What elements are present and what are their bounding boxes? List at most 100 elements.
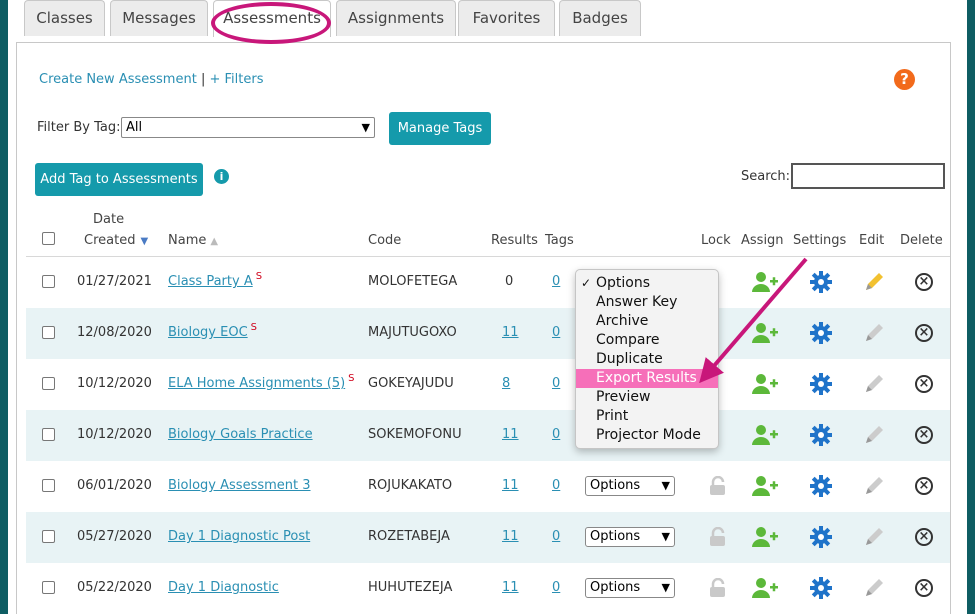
row-results[interactable]: 11 [502,427,519,442]
circle-x-icon[interactable]: × [915,375,933,393]
assessment-link[interactable]: ELA Home Assignments (5) [168,376,345,391]
assessment-link[interactable]: Day 1 Diagnostic Post [168,529,310,544]
options-dropdown-menu[interactable]: ✓ Options Answer Key Archive Compare Duplicat… [575,269,719,449]
assign-user-plus-icon[interactable] [751,577,779,603]
menu-item-answer-key[interactable]: Answer Key [576,293,718,312]
row-tags[interactable]: 0 [552,478,560,493]
assign-user-plus-icon[interactable] [751,373,779,399]
row-checkbox[interactable] [42,581,55,594]
gear-icon[interactable] [810,475,832,501]
assessment-link[interactable]: Biology EOC [168,325,248,340]
menu-item-label: Compare [596,332,660,348]
row-tags[interactable]: 0 [552,274,560,289]
row-tags[interactable]: 0 [552,580,560,595]
sort-icon[interactable]: ▲ [210,236,218,247]
header-settings: Settings [793,233,847,248]
menu-item-options[interactable]: ✓ Options [576,274,718,293]
row-options-select[interactable]: Options ▼ [585,527,675,547]
row-checkbox[interactable] [42,428,55,441]
assign-user-plus-icon[interactable] [751,271,779,297]
row-options-select[interactable]: Options ▼ [585,578,675,598]
row-results[interactable]: 11 [502,529,519,544]
row-checkbox[interactable] [42,377,55,390]
info-icon[interactable]: i [214,169,229,184]
tab-classes[interactable]: Classes [24,0,105,36]
header-date-created[interactable]: Created ▼ [84,233,148,248]
pencil-icon[interactable] [863,526,885,552]
menu-item-preview[interactable]: Preview [576,388,718,407]
assign-user-plus-icon[interactable] [751,526,779,552]
lock-icon[interactable] [708,475,728,500]
assessment-link[interactable]: Biology Goals Practice [168,427,313,442]
row-options-select[interactable]: Options ▼ [585,476,675,496]
assign-user-plus-icon[interactable] [751,424,779,450]
menu-item-duplicate[interactable]: Duplicate [576,350,718,369]
manage-tags-button[interactable]: Manage Tags [389,112,491,145]
filter-by-tag-label: Filter By Tag: [37,120,121,135]
tab-badges[interactable]: Badges [559,0,641,36]
row-tags[interactable]: 0 [552,427,560,442]
menu-item-label: Print [596,408,629,424]
sort-desc-icon[interactable]: ▼ [140,236,148,247]
circle-x-icon[interactable]: × [915,579,933,597]
pencil-icon[interactable] [863,475,885,501]
filters-link[interactable]: + Filters [209,72,263,87]
create-assessment-link[interactable]: Create New Assessment [39,72,197,87]
row-tags[interactable]: 0 [552,529,560,544]
assign-user-plus-icon[interactable] [751,475,779,501]
row-results[interactable]: 11 [502,478,519,493]
lock-icon[interactable] [708,526,728,551]
assessment-link[interactable]: Biology Assessment 3 [168,478,311,493]
row-results[interactable]: 11 [502,325,519,340]
gear-icon[interactable] [810,577,832,603]
menu-item-export-results[interactable]: Export Results [576,369,718,388]
header-name[interactable]: Name ▲ [168,233,218,248]
pencil-icon[interactable] [863,322,885,348]
pencil-icon[interactable] [863,271,885,297]
header-tags: Tags [545,233,574,248]
row-date: 05/27/2020 [77,529,152,544]
tab-assessments[interactable]: Assessments [213,0,331,37]
row-checkbox[interactable] [42,275,55,288]
tab-favorites[interactable]: Favorites [458,0,555,36]
assessment-link[interactable]: Class Party A [168,274,253,289]
pencil-icon[interactable] [863,424,885,450]
help-icon[interactable]: ? [894,69,915,90]
pencil-icon[interactable] [863,373,885,399]
options-value: Options [590,478,641,493]
menu-item-compare[interactable]: Compare [576,331,718,350]
row-results[interactable]: 8 [502,376,510,391]
circle-x-icon[interactable]: × [915,324,933,342]
assessment-link[interactable]: Day 1 Diagnostic [168,580,279,595]
circle-x-icon[interactable]: × [915,273,933,291]
row-checkbox[interactable] [42,326,55,339]
top-links: Create New Assessment | + Filters [39,72,263,87]
row-code: HUHUTEZEJA [368,580,453,595]
gear-icon[interactable] [810,271,832,297]
menu-item-projector-mode[interactable]: Projector Mode [576,426,718,445]
gear-icon[interactable] [810,322,832,348]
circle-x-icon[interactable]: × [915,426,933,444]
search-input[interactable] [791,163,945,189]
lock-icon[interactable] [708,577,728,602]
row-tags[interactable]: 0 [552,325,560,340]
row-name: Biology EOC S [168,322,257,340]
gear-icon[interactable] [810,373,832,399]
circle-x-icon[interactable]: × [915,477,933,495]
row-tags[interactable]: 0 [552,376,560,391]
gear-icon[interactable] [810,424,832,450]
row-checkbox[interactable] [42,530,55,543]
filter-by-tag-select[interactable]: All ▼ [121,117,375,138]
circle-x-icon[interactable]: × [915,528,933,546]
select-all-checkbox[interactable] [42,232,55,245]
gear-icon[interactable] [810,526,832,552]
menu-item-archive[interactable]: Archive [576,312,718,331]
pencil-icon[interactable] [863,577,885,603]
tab-messages[interactable]: Messages [110,0,208,36]
add-tag-button[interactable]: Add Tag to Assessments [35,163,203,196]
menu-item-print[interactable]: Print [576,407,718,426]
row-checkbox[interactable] [42,479,55,492]
tab-assignments[interactable]: Assignments [336,0,456,36]
row-results[interactable]: 11 [502,580,519,595]
assign-user-plus-icon[interactable] [751,322,779,348]
